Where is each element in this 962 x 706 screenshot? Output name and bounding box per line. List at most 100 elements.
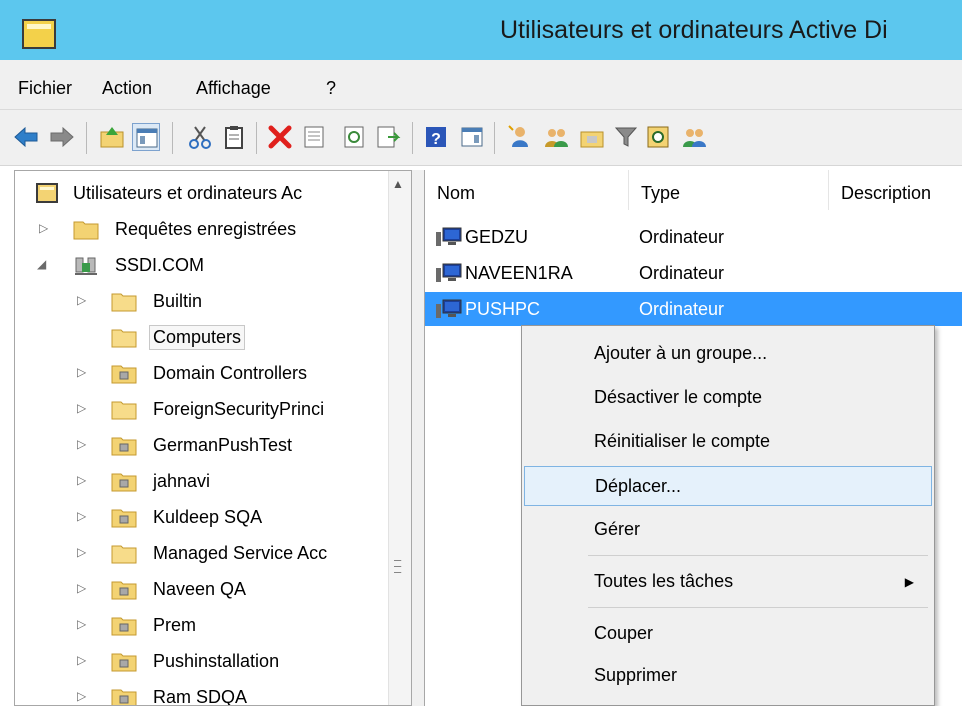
- tree-scrollbar[interactable]: ▲ – – –: [388, 171, 411, 705]
- folder-icon: [111, 542, 137, 564]
- toolbar-separator: [86, 122, 87, 154]
- column-header-name[interactable]: Nom: [425, 170, 629, 210]
- context-menu-label: Toutes les tâches: [594, 571, 734, 591]
- properties-icon[interactable]: [300, 123, 328, 151]
- tree-item-managed-service-acc[interactable]: ▷ Managed Service Acc: [15, 539, 391, 569]
- tree-item-builtin[interactable]: ▷ Builtin: [15, 287, 391, 317]
- tree-item-prem[interactable]: ▷ Prem: [15, 611, 391, 641]
- tree-item-label: Managed Service Acc: [153, 543, 328, 563]
- column-header-description[interactable]: Description: [829, 170, 962, 210]
- ou-folder-icon: [111, 470, 137, 492]
- collapse-arrow-icon[interactable]: ◢: [37, 257, 46, 271]
- tree-item-label: Kuldeep SQA: [153, 507, 263, 527]
- forward-arrow-icon[interactable]: [48, 123, 76, 151]
- scroll-up-icon[interactable]: ▲: [392, 177, 404, 191]
- list-row-pushpc[interactable]: PUSHPC Ordinateur: [425, 292, 962, 326]
- list-cell-type: Ordinateur: [639, 299, 725, 319]
- tree-item-pushinstallation[interactable]: ▷ Pushinstallation: [15, 647, 391, 677]
- back-arrow-icon[interactable]: [12, 123, 40, 151]
- tree-saved-queries-label: Requêtes enregistrées: [115, 219, 297, 239]
- tree-item-naveen-qa[interactable]: ▷ Naveen QA: [15, 575, 391, 605]
- show-console-tree-icon[interactable]: [132, 123, 160, 151]
- list-cell-name: NAVEEN1RA: [465, 263, 573, 283]
- action-pane-icon[interactable]: [458, 123, 486, 151]
- snapin-icon: [35, 182, 61, 204]
- tree-root[interactable]: Utilisateurs et ordinateurs Ac: [15, 179, 391, 209]
- export-list-icon[interactable]: [374, 123, 402, 151]
- ou-folder-icon: [111, 506, 137, 528]
- add-to-group-icon[interactable]: [680, 123, 708, 151]
- folder-icon: [73, 218, 99, 240]
- expand-arrow-icon[interactable]: ▷: [39, 221, 48, 235]
- cut-icon[interactable]: [186, 123, 214, 151]
- context-menu-item-desactiver-le-compte[interactable]: Désactiver le compte: [524, 378, 932, 418]
- tree-item-label: Prem: [153, 615, 197, 635]
- expand-arrow-icon[interactable]: ▷: [77, 653, 86, 667]
- tree-saved-queries[interactable]: ▷ Requêtes enregistrées: [15, 215, 391, 245]
- folder-icon: [111, 398, 137, 420]
- menu-action[interactable]: Action: [102, 78, 152, 99]
- list-row-naveen1ra[interactable]: NAVEEN1RA Ordinateur: [425, 256, 962, 290]
- context-menu-separator: [588, 555, 928, 556]
- context-menu-label: Déplacer...: [595, 476, 682, 496]
- find-icon[interactable]: [644, 123, 672, 151]
- scroll-grip-icon[interactable]: – – –: [394, 553, 406, 578]
- expand-arrow-icon[interactable]: ▷: [77, 581, 86, 595]
- create-group-icon[interactable]: [542, 123, 570, 151]
- toolbar-separator: [412, 122, 413, 154]
- expand-arrow-icon[interactable]: ▷: [77, 401, 86, 415]
- help-icon[interactable]: ?: [422, 123, 450, 151]
- tree-item-germanpushtest[interactable]: ▷ GermanPushTest: [15, 431, 391, 461]
- refresh-icon[interactable]: [340, 123, 368, 151]
- expand-arrow-icon[interactable]: ▷: [77, 437, 86, 451]
- computer-icon: [435, 226, 463, 248]
- menu-fichier[interactable]: Fichier: [18, 78, 72, 99]
- tree-item-domain-controllers[interactable]: ▷ Domain Controllers: [15, 359, 391, 389]
- expand-arrow-icon[interactable]: ▷: [77, 509, 86, 523]
- ou-folder-icon: [111, 686, 137, 705]
- expand-arrow-icon[interactable]: ▷: [77, 293, 86, 307]
- copy-icon[interactable]: [220, 123, 248, 151]
- folder-app-icon[interactable]: [22, 19, 56, 49]
- tree-item-foreignsecurityprinci[interactable]: ▷ ForeignSecurityPrinci: [15, 395, 391, 425]
- expand-arrow-icon[interactable]: ▷: [77, 617, 86, 631]
- context-menu-item-reinitialiser-le-compte[interactable]: Réinitialiser le compte: [524, 422, 932, 462]
- context-menu-item-couper[interactable]: Couper: [524, 614, 932, 654]
- delete-icon[interactable]: [266, 123, 294, 151]
- context-menu-label: Couper: [594, 623, 654, 643]
- expand-arrow-icon[interactable]: ▷: [77, 689, 86, 703]
- expand-arrow-icon[interactable]: ▷: [77, 365, 86, 379]
- ou-folder-icon: [111, 434, 137, 456]
- tree-item-kuldeep-sqa[interactable]: ▷ Kuldeep SQA: [15, 503, 391, 533]
- menu-help[interactable]: ?: [326, 78, 336, 99]
- domain-icon: [73, 254, 99, 276]
- folder-icon: [111, 290, 137, 312]
- ou-folder-icon: [111, 362, 137, 384]
- tree-item-computers[interactable]: Computers: [15, 323, 391, 353]
- tree-item-jahnavi[interactable]: ▷ jahnavi: [15, 467, 391, 497]
- context-menu-item-toutes-les-taches[interactable]: Toutes les tâches ▶: [524, 562, 932, 602]
- tree-item-ram-sdqa[interactable]: ▷ Ram SDQA: [15, 683, 391, 705]
- title-bar: Utilisateurs et ordinateurs Active Di: [0, 0, 962, 60]
- tree-item-label: ForeignSecurityPrinci: [153, 399, 325, 419]
- window-title: Utilisateurs et ordinateurs Active Di: [500, 16, 888, 44]
- context-menu-item-deplacer[interactable]: Déplacer...: [524, 466, 932, 506]
- context-menu-item-supprimer[interactable]: Supprimer: [524, 656, 932, 696]
- column-header-type[interactable]: Type: [629, 170, 829, 210]
- list-row-gedzu[interactable]: GEDZU Ordinateur: [425, 220, 962, 254]
- context-menu-item-gerer[interactable]: Gérer: [524, 510, 932, 550]
- create-user-icon[interactable]: [506, 123, 534, 151]
- tree-item-label: Domain Controllers: [153, 363, 308, 383]
- tree-domain[interactable]: ◢ SSDI.COM: [15, 251, 391, 281]
- console-tree[interactable]: Utilisateurs et ordinateurs Ac ▷ Requête…: [14, 170, 412, 706]
- context-menu-item-ajouter-a-un-groupe[interactable]: Ajouter à un groupe...: [524, 334, 932, 374]
- expand-arrow-icon[interactable]: ▷: [77, 473, 86, 487]
- create-ou-icon[interactable]: [578, 123, 606, 151]
- up-folder-icon[interactable]: [98, 123, 126, 151]
- expand-arrow-icon[interactable]: ▷: [77, 545, 86, 559]
- pane-splitter[interactable]: [412, 170, 424, 706]
- computer-icon: [435, 262, 463, 284]
- menu-affichage[interactable]: Affichage: [196, 78, 271, 99]
- filter-icon[interactable]: [612, 123, 640, 151]
- tree-item-label: Computers: [149, 325, 246, 350]
